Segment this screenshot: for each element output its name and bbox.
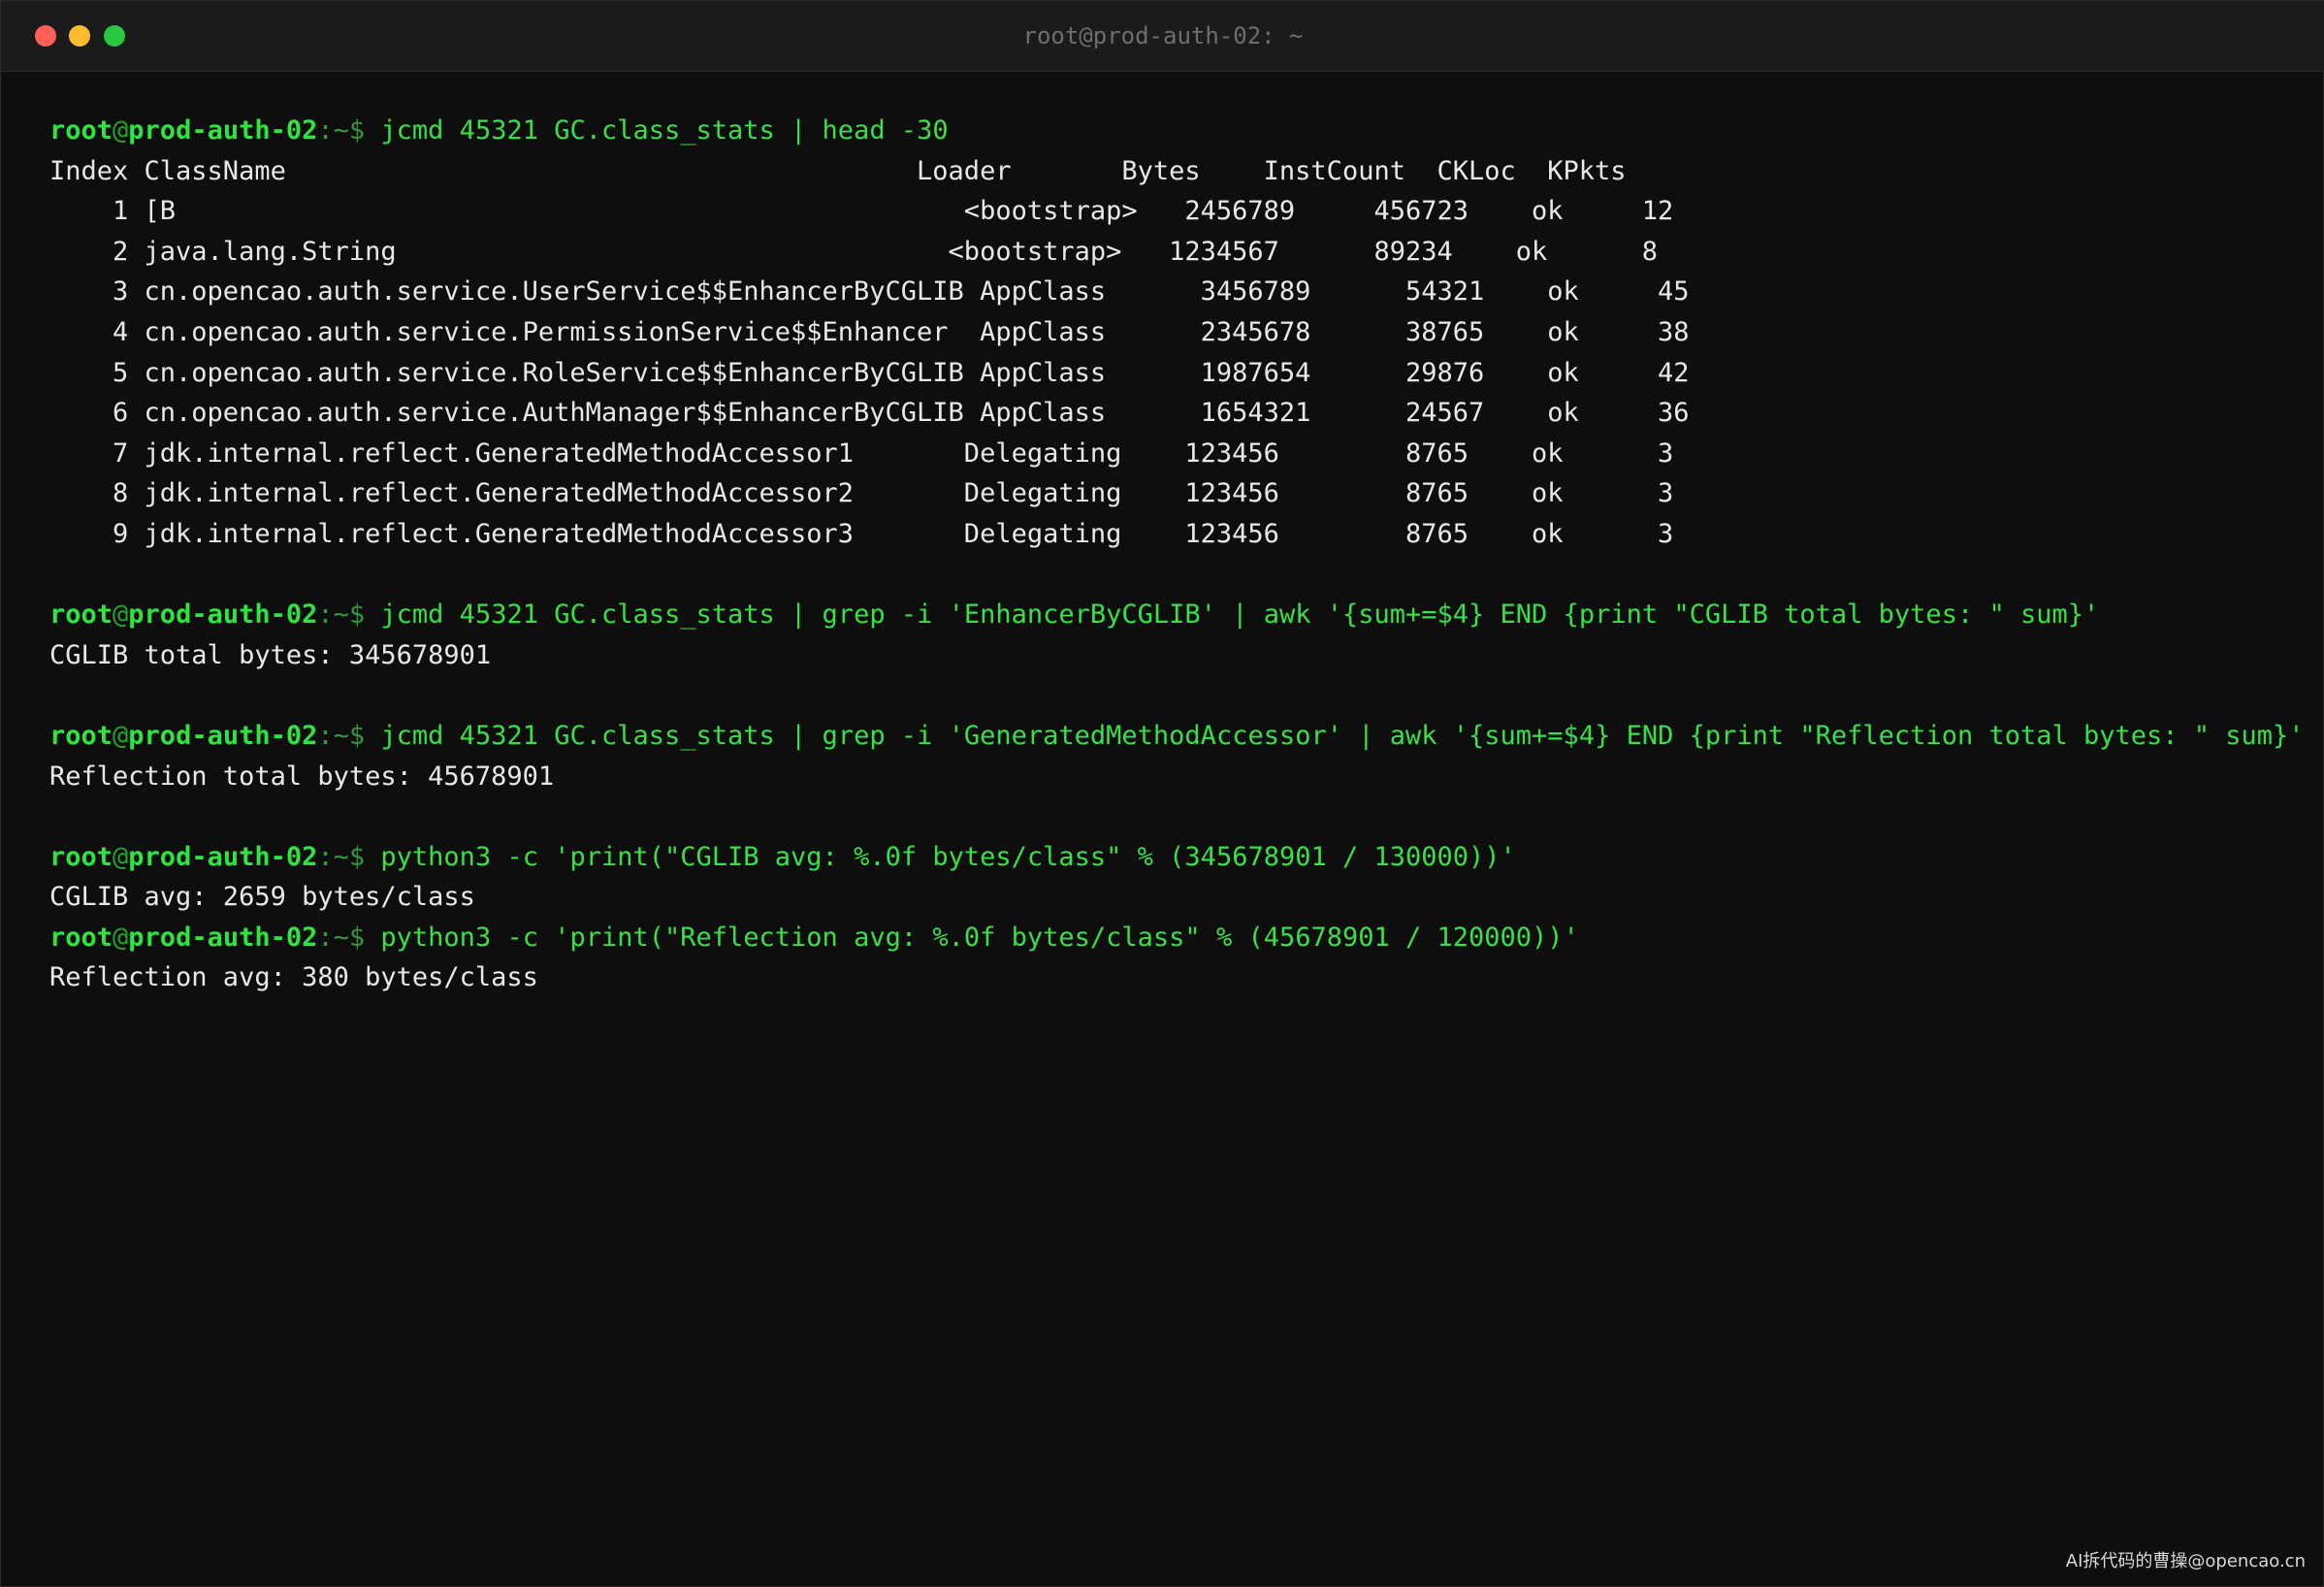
output-line: Index ClassName Loader Bytes InstCount C… bbox=[49, 155, 1627, 186]
output-line: 3 cn.opencao.auth.service.UserService$$E… bbox=[49, 276, 1690, 308]
prompt-at: @ bbox=[113, 599, 129, 631]
prompt-path: :~$ bbox=[317, 841, 381, 872]
prompt-at: @ bbox=[113, 720, 129, 751]
prompt-host: prod-auth-02 bbox=[128, 115, 318, 146]
command-text: python3 -c 'print("Reflection avg: %.0f … bbox=[380, 922, 1579, 953]
prompt-path: :~$ bbox=[317, 115, 381, 146]
prompt-user: root bbox=[49, 720, 113, 751]
command-line[interactable]: root@prod-auth-02:~$ jcmd 45321 GC.class… bbox=[49, 111, 2309, 151]
command-text: jcmd 45321 GC.class_stats | head -30 bbox=[380, 115, 949, 146]
output-line: 6 cn.opencao.auth.service.AuthManager$$E… bbox=[49, 398, 1690, 429]
output-line: CGLIB total bytes: 345678901 bbox=[49, 639, 492, 670]
prompt-host: prod-auth-02 bbox=[128, 841, 318, 872]
output-line: 8 jdk.internal.reflect.GeneratedMethodAc… bbox=[49, 478, 1674, 509]
prompt-host: prod-auth-02 bbox=[128, 922, 318, 953]
output-line: Reflection total bytes: 45678901 bbox=[49, 761, 555, 792]
command-text: python3 -c 'print("CGLIB avg: %.0f bytes… bbox=[380, 841, 1516, 872]
terminal-window: root@prod-auth-02: ~ root@prod-auth-02:~… bbox=[0, 0, 2324, 1587]
command-line[interactable]: root@prod-auth-02:~$ jcmd 45321 GC.class… bbox=[49, 716, 2309, 757]
output-line: 9 jdk.internal.reflect.GeneratedMethodAc… bbox=[49, 518, 1674, 549]
terminal-output[interactable]: root@prod-auth-02:~$ jcmd 45321 GC.class… bbox=[49, 111, 2309, 998]
command-text: jcmd 45321 GC.class_stats | grep -i 'Gen… bbox=[380, 720, 2305, 751]
output-line: 4 cn.opencao.auth.service.PermissionServ… bbox=[49, 316, 1690, 347]
prompt-at: @ bbox=[113, 115, 129, 146]
command-text: jcmd 45321 GC.class_stats | grep -i 'Enh… bbox=[380, 599, 2100, 631]
output-line: 1 [B <bootstrap> 2456789 456723 ok 12 bbox=[49, 196, 1674, 227]
prompt-host: prod-auth-02 bbox=[128, 599, 318, 631]
prompt-path: :~$ bbox=[317, 720, 381, 751]
command-line[interactable]: root@prod-auth-02:~$ python3 -c 'print("… bbox=[49, 918, 2309, 958]
prompt-user: root bbox=[49, 922, 113, 953]
output-line: 7 jdk.internal.reflect.GeneratedMethodAc… bbox=[49, 437, 1674, 469]
command-line[interactable]: root@prod-auth-02:~$ python3 -c 'print("… bbox=[49, 837, 2309, 878]
watermark: AI拆代码的曹操@opencao.cn bbox=[2065, 1551, 2306, 1571]
output-line: 5 cn.opencao.auth.service.RoleService$$E… bbox=[49, 357, 1690, 388]
output-line: CGLIB avg: 2659 bytes/class bbox=[49, 882, 475, 913]
title-bar[interactable]: root@prod-auth-02: ~ bbox=[1, 1, 2324, 72]
prompt-user: root bbox=[49, 599, 113, 631]
prompt-at: @ bbox=[113, 841, 129, 872]
output-line: 2 java.lang.String <bootstrap> 1234567 8… bbox=[49, 236, 1659, 267]
prompt-user: root bbox=[49, 115, 113, 146]
prompt-user: root bbox=[49, 841, 113, 872]
prompt-path: :~$ bbox=[317, 599, 381, 631]
window-title: root@prod-auth-02: ~ bbox=[1022, 22, 1304, 49]
prompt-at: @ bbox=[113, 922, 129, 953]
prompt-path: :~$ bbox=[317, 922, 381, 953]
prompt-host: prod-auth-02 bbox=[128, 720, 318, 751]
command-line[interactable]: root@prod-auth-02:~$ jcmd 45321 GC.class… bbox=[49, 595, 2309, 635]
output-line: Reflection avg: 380 bytes/class bbox=[49, 962, 538, 993]
